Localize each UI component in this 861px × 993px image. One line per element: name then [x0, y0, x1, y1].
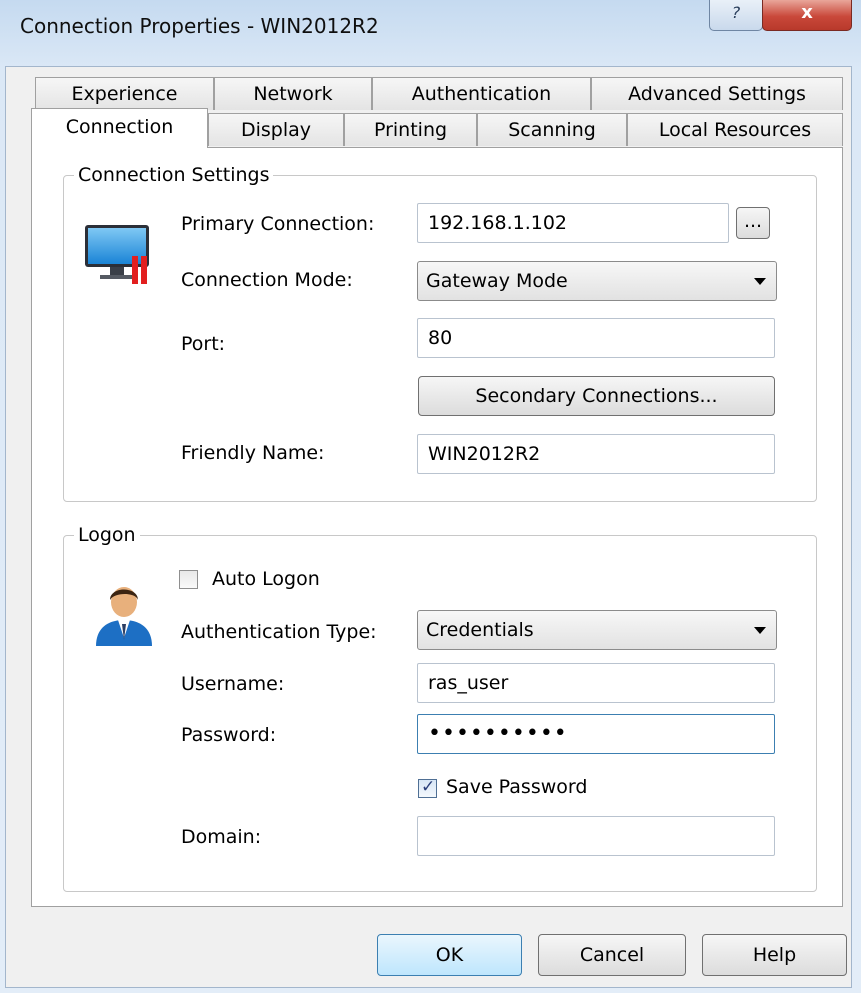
chevron-down-icon: [754, 627, 766, 634]
save-password-checkbox[interactable]: ✓: [418, 777, 437, 798]
tab-authentication[interactable]: Authentication: [372, 77, 591, 110]
tab-panel: Connection Settings Primary Connection: …: [31, 147, 843, 907]
domain-input[interactable]: [417, 816, 775, 856]
save-password-label: Save Password: [446, 776, 588, 798]
cancel-button[interactable]: Cancel: [538, 934, 686, 976]
port-input[interactable]: 80: [417, 318, 775, 358]
primary-connection-input[interactable]: 192.168.1.102: [417, 203, 729, 243]
tab-connection[interactable]: Connection: [31, 108, 208, 148]
help-icon[interactable]: ?: [709, 0, 763, 31]
primary-connection-label: Primary Connection:: [181, 213, 375, 235]
password-input[interactable]: ••••••••••: [417, 714, 775, 754]
connection-settings-title: Connection Settings: [74, 164, 274, 186]
secondary-connections-button[interactable]: Secondary Connections...: [418, 376, 775, 416]
auto-logon-label: Auto Logon: [212, 568, 320, 590]
dialog-window: Connection Properties - WIN2012R2 ? x Ex…: [0, 0, 861, 993]
tab-experience[interactable]: Experience: [35, 77, 214, 110]
chevron-down-icon: [754, 278, 766, 285]
logon-title: Logon: [74, 524, 140, 546]
auto-logon-checkbox[interactable]: [179, 570, 198, 589]
username-label: Username:: [181, 673, 285, 695]
tab-printing[interactable]: Printing: [344, 113, 477, 146]
password-label: Password:: [181, 724, 277, 746]
user-icon: [96, 587, 152, 646]
username-input[interactable]: ras_user: [417, 663, 775, 703]
checkmark-icon: ✓: [421, 777, 436, 797]
tab-advanced-settings[interactable]: Advanced Settings: [591, 77, 843, 110]
connection-mode-value: Gateway Mode: [426, 270, 568, 292]
ok-button[interactable]: OK: [377, 934, 522, 976]
connection-mode-label: Connection Mode:: [181, 269, 353, 291]
tab-local-resources[interactable]: Local Resources: [627, 113, 843, 146]
port-label: Port:: [181, 333, 226, 355]
authentication-type-label: Authentication Type:: [181, 621, 377, 643]
tab-network[interactable]: Network: [214, 77, 372, 110]
authentication-type-select[interactable]: Credentials: [417, 610, 777, 650]
tab-display[interactable]: Display: [208, 113, 344, 146]
help-button[interactable]: Help: [702, 934, 847, 976]
close-icon[interactable]: x: [762, 0, 852, 31]
friendly-name-input[interactable]: WIN2012R2: [417, 434, 775, 474]
monitor-icon: [85, 225, 149, 284]
tab-scanning[interactable]: Scanning: [477, 113, 627, 146]
friendly-name-label: Friendly Name:: [181, 442, 325, 464]
authentication-type-value: Credentials: [426, 619, 534, 641]
domain-label: Domain:: [181, 826, 262, 848]
window-title: Connection Properties - WIN2012R2: [20, 14, 379, 38]
connection-mode-select[interactable]: Gateway Mode: [417, 261, 777, 301]
browse-button[interactable]: ...: [736, 207, 770, 239]
